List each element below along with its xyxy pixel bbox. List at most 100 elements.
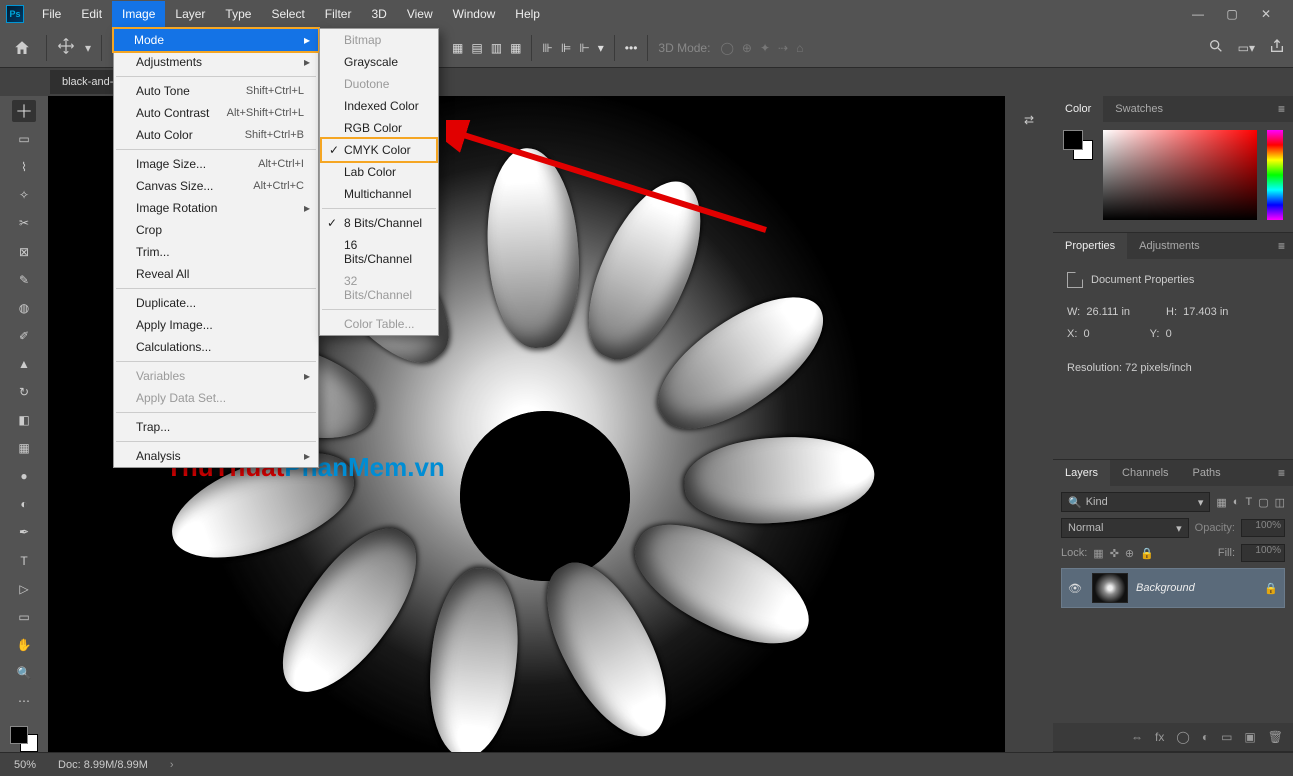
panel-menu-icon[interactable]: ≡: [1270, 466, 1293, 480]
brush-tool[interactable]: ✐: [12, 325, 36, 347]
filter-pixel-icon[interactable]: ▦: [1216, 496, 1226, 509]
hue-slider[interactable]: [1267, 130, 1283, 220]
type-tool[interactable]: T: [12, 550, 36, 572]
healing-tool[interactable]: ◍: [12, 297, 36, 319]
filter-shape-icon[interactable]: ▢: [1258, 496, 1268, 509]
share-icon[interactable]: [1269, 38, 1285, 57]
menu-select[interactable]: Select: [261, 1, 314, 27]
lock-artboard-icon[interactable]: ⊕: [1125, 547, 1134, 560]
menu-edit[interactable]: Edit: [71, 1, 112, 27]
menu-item-auto-contrast[interactable]: Auto ContrastAlt+Shift+Ctrl+L: [114, 102, 318, 124]
distribute-icon[interactable]: ⊩: [579, 41, 589, 55]
mode-indexed-color[interactable]: Indexed Color: [320, 95, 438, 117]
menu-file[interactable]: File: [32, 1, 71, 27]
menu-item-calculations-[interactable]: Calculations...: [114, 336, 318, 358]
visibility-icon[interactable]: 👁: [1068, 582, 1084, 595]
pen-tool[interactable]: ✒: [12, 521, 36, 543]
tab-properties[interactable]: Properties: [1053, 233, 1127, 259]
menu-layer[interactable]: Layer: [165, 1, 215, 27]
menu-item-image-rotation[interactable]: Image Rotation▸: [114, 197, 318, 219]
panel-menu-icon[interactable]: ≡: [1270, 102, 1293, 116]
mode-8-bits-channel[interactable]: 8 Bits/Channel: [320, 212, 438, 234]
pan3d-icon[interactable]: ⊕: [742, 41, 752, 55]
move-tool[interactable]: [12, 100, 36, 122]
align-icon[interactable]: ▦: [510, 41, 521, 55]
orbit-icon[interactable]: ◯: [720, 41, 733, 55]
group-icon[interactable]: ▭: [1221, 730, 1232, 744]
menu-item-apply-image-[interactable]: Apply Image...: [114, 314, 318, 336]
lasso-tool[interactable]: ⌇: [12, 156, 36, 178]
menu-image[interactable]: Image: [112, 1, 165, 27]
home-button[interactable]: [8, 34, 36, 62]
move-tool-icon[interactable]: [57, 37, 75, 58]
marquee-tool[interactable]: ▭: [12, 128, 36, 150]
filter-kind-select[interactable]: 🔍Kind▾: [1061, 492, 1210, 512]
menu-item-trim-[interactable]: Trim...: [114, 241, 318, 263]
minimize-button[interactable]: —: [1191, 7, 1205, 21]
walk-icon[interactable]: ⇢: [778, 41, 788, 55]
lock-position-icon[interactable]: ✜: [1110, 547, 1119, 560]
blend-mode-select[interactable]: Normal▾: [1061, 518, 1189, 538]
filter-adjust-icon[interactable]: ◐: [1233, 496, 1240, 508]
maximize-button[interactable]: ▢: [1225, 7, 1239, 21]
mode-lab-color[interactable]: Lab Color: [320, 161, 438, 183]
filter-smart-icon[interactable]: ◫: [1275, 496, 1285, 509]
close-button[interactable]: ✕: [1259, 7, 1273, 21]
mode-rgb-color[interactable]: RGB Color: [320, 117, 438, 139]
frame-tool[interactable]: ⊠: [12, 240, 36, 262]
search-icon[interactable]: [1208, 38, 1224, 57]
tab-paths[interactable]: Paths: [1181, 460, 1233, 486]
opacity-input[interactable]: 100%: [1241, 519, 1285, 537]
distribute-icon[interactable]: ⊫: [561, 41, 571, 55]
menu-type[interactable]: Type: [215, 1, 261, 27]
tab-swatches[interactable]: Swatches: [1103, 96, 1175, 122]
magic-wand-tool[interactable]: ✧: [12, 184, 36, 206]
zoom-tool[interactable]: 🔍: [12, 662, 36, 684]
menu-item-adjustments[interactable]: Adjustments▸: [114, 51, 318, 73]
tab-layers[interactable]: Layers: [1053, 460, 1110, 486]
arrange-icon[interactable]: ▭▾: [1238, 41, 1255, 55]
hand-tool[interactable]: ✋: [12, 634, 36, 656]
history-panel-icon[interactable]: ⇄: [1017, 108, 1041, 132]
eraser-tool[interactable]: ◧: [12, 409, 36, 431]
dodge-tool[interactable]: ◐: [12, 493, 36, 515]
mode-grayscale[interactable]: Grayscale: [320, 51, 438, 73]
blur-tool[interactable]: ●: [12, 465, 36, 487]
new-layer-icon[interactable]: ▣: [1244, 730, 1255, 744]
menu-item-mode[interactable]: Mode▸: [112, 27, 320, 53]
menu-item-auto-color[interactable]: Auto ColorShift+Ctrl+B: [114, 124, 318, 146]
align-icon[interactable]: ▤: [471, 41, 482, 55]
menu-filter[interactable]: Filter: [315, 1, 362, 27]
menu-item-image-size-[interactable]: Image Size...Alt+Ctrl+I: [114, 153, 318, 175]
mode-multichannel[interactable]: Multichannel: [320, 183, 438, 205]
menu-3d[interactable]: 3D: [361, 1, 396, 27]
link-layers-icon[interactable]: ⇔: [1131, 730, 1143, 744]
menu-item-analysis[interactable]: Analysis▸: [114, 445, 318, 467]
mode-16-bits-channel[interactable]: 16 Bits/Channel: [320, 234, 438, 270]
adjustment-layer-icon[interactable]: ◐: [1202, 730, 1209, 744]
shape-tool[interactable]: ▭: [12, 606, 36, 628]
fx-icon[interactable]: fx: [1155, 730, 1164, 744]
lock-pixels-icon[interactable]: ▦: [1093, 547, 1103, 560]
fg-bg-swatch[interactable]: [10, 726, 38, 752]
fill-input[interactable]: 100%: [1241, 544, 1285, 562]
mask-icon[interactable]: ◯: [1176, 730, 1189, 744]
cam-icon[interactable]: ⌂: [796, 41, 803, 55]
zoom-level[interactable]: 50%: [14, 759, 36, 771]
menu-item-duplicate-[interactable]: Duplicate...: [114, 292, 318, 314]
fg-bg-picker[interactable]: [1063, 130, 1093, 160]
menu-window[interactable]: Window: [443, 1, 506, 27]
tab-color[interactable]: Color: [1053, 96, 1103, 122]
more-icon[interactable]: •••: [625, 41, 638, 55]
menu-item-crop[interactable]: Crop: [114, 219, 318, 241]
menu-item-canvas-size-[interactable]: Canvas Size...Alt+Ctrl+C: [114, 175, 318, 197]
tab-adjustments[interactable]: Adjustments: [1127, 233, 1212, 259]
tab-channels[interactable]: Channels: [1110, 460, 1180, 486]
layer-row[interactable]: 👁 Background 🔒: [1061, 568, 1285, 608]
filter-type-icon[interactable]: T: [1245, 496, 1252, 508]
menu-item-trap-[interactable]: Trap...: [114, 416, 318, 438]
history-brush-tool[interactable]: ↻: [12, 381, 36, 403]
mode-cmyk-color[interactable]: CMYK Color: [320, 137, 438, 163]
align-icon[interactable]: ▥: [491, 41, 502, 55]
gradient-tool[interactable]: ▦: [12, 437, 36, 459]
